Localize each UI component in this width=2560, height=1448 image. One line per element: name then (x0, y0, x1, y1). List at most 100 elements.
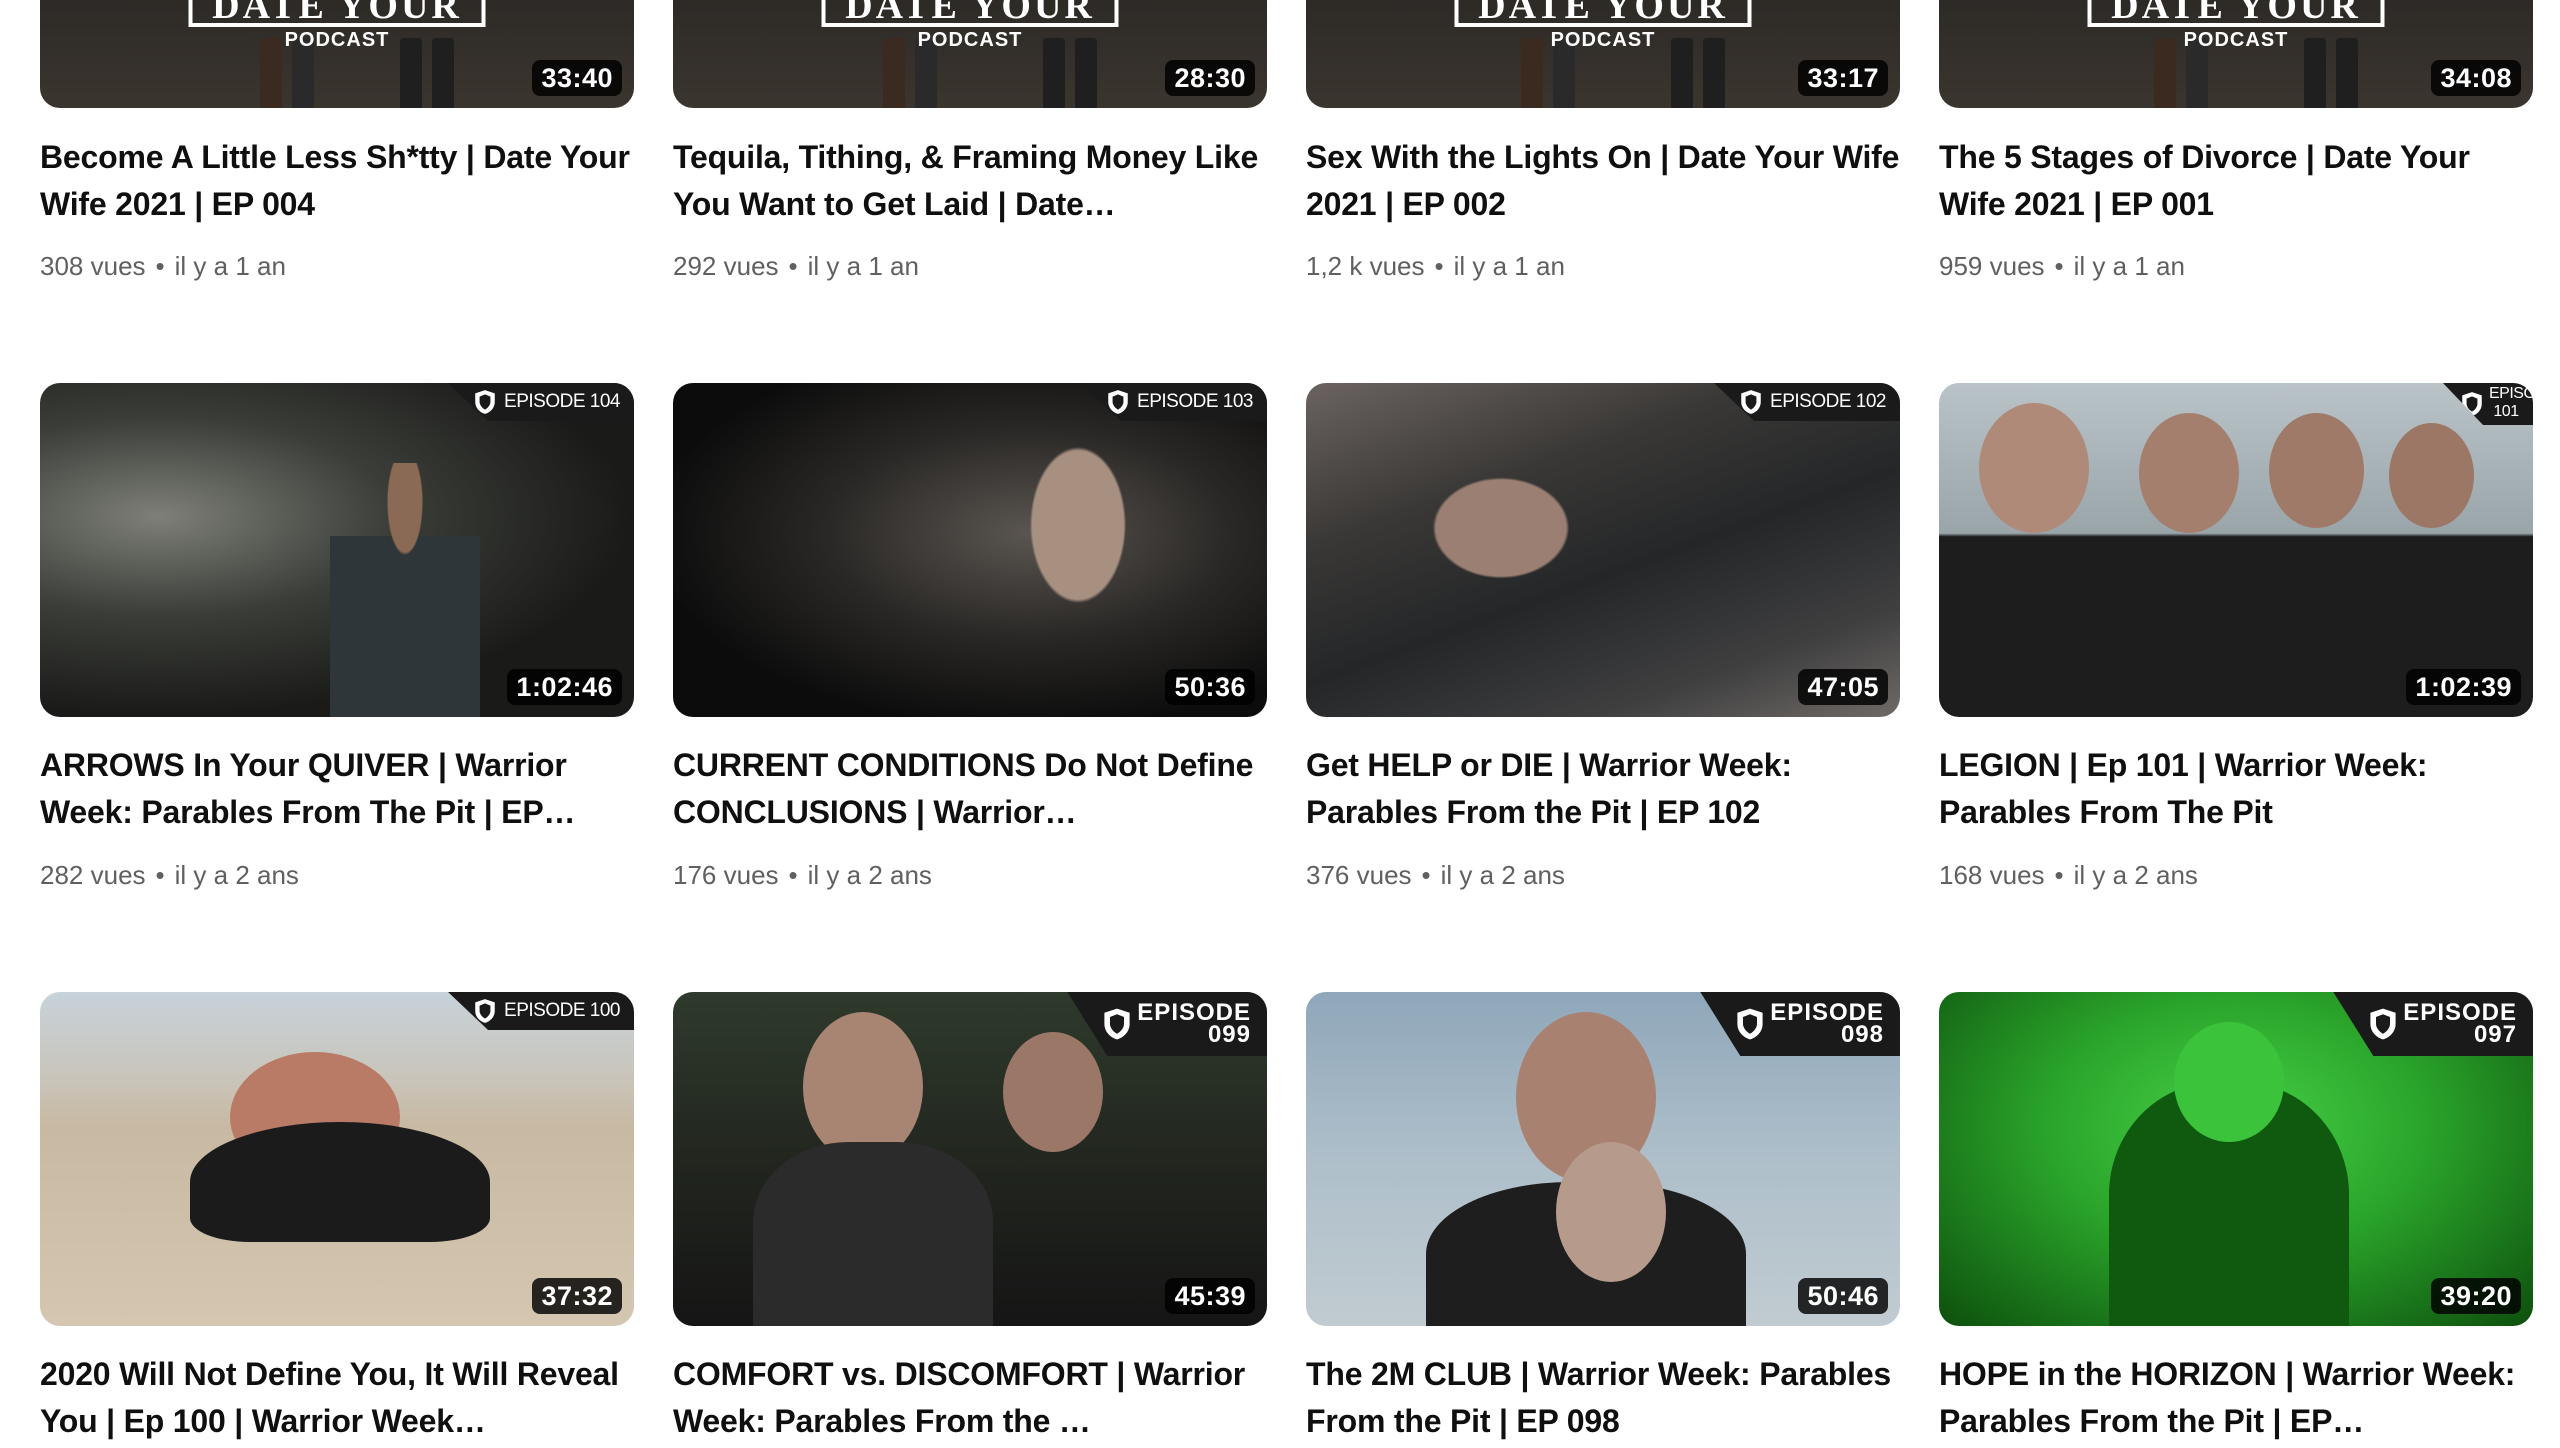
thumbnail-logo-subtitle: PODCAST (2183, 29, 2289, 51)
shield-icon (1737, 1008, 1763, 1040)
thumbnail-person (330, 463, 480, 717)
thumbnail-person (1556, 1142, 1666, 1282)
video-title[interactable]: Become A Little Less Sh*tty | Date Your … (40, 134, 634, 228)
video-thumbnail[interactable]: EPISODE 102 47:05 (1306, 383, 1900, 717)
video-title[interactable]: COMFORT vs. DISCOMFORT | Warrior Week: P… (673, 1351, 1267, 1445)
thumbnail-logo-subtitle: PODCAST (284, 29, 390, 51)
video-title[interactable]: The 5 Stages of Divorce | Date Your Wife… (1939, 134, 2533, 228)
thumbnail-person (803, 1012, 923, 1162)
video-title[interactable]: Get HELP or DIE | Warrior Week: Parables… (1306, 742, 1900, 836)
episode-badge: EPISODE 104 (448, 383, 634, 421)
duration-badge: 47:05 (1798, 669, 1888, 705)
episode-badge-label: EPISODE 100 (504, 1000, 620, 1021)
view-count: 376 vues (1306, 860, 1412, 890)
video-thumbnail[interactable]: EPISODE 103 50:36 (673, 383, 1267, 717)
thumbnail-logo: DATE YOUR WIFE PODCAST (188, 0, 486, 52)
upload-age: il y a 2 ans (807, 860, 932, 890)
thumbnail-logo-title: DATE YOUR WIFE (188, 0, 486, 27)
view-count: 1,2 k vues (1306, 251, 1425, 281)
video-thumbnail[interactable]: EPISODE 101 1:02:39 (1939, 383, 2533, 717)
shield-icon (2370, 1008, 2396, 1040)
thumbnail-logo-title: DATE YOUR WIFE (821, 0, 1119, 27)
video-meta: 308 vues • il y a 1 an (40, 248, 286, 284)
episode-badge: EPISODE 100 (448, 992, 634, 1030)
thumbnail-logo-title: DATE YOUR WIFE (1454, 0, 1752, 27)
video-meta: 292 vues • il y a 1 an (673, 248, 919, 284)
duration-badge: 37:32 (532, 1278, 622, 1314)
thumbnail-logo: DATE YOUR WIFE PODCAST (2087, 0, 2385, 52)
thumbnail-person (2174, 1022, 2284, 1142)
episode-badge: EPISODE 099 (1067, 992, 1267, 1056)
video-meta: 168 vues • il y a 2 ans (1939, 857, 2198, 893)
episode-badge-number: 099 (1207, 1021, 1251, 1048)
video-title[interactable]: Tequila, Tithing, & Framing Money Like Y… (673, 134, 1267, 228)
separator-dot: • (1434, 251, 1444, 281)
shield-icon (1104, 1008, 1130, 1040)
view-count: 282 vues (40, 860, 146, 890)
episode-badge: EPISODE 101 (2443, 383, 2533, 425)
video-thumbnail[interactable]: DATE YOUR WIFE PODCAST 28:30 (673, 0, 1267, 108)
thumbnail-person (1979, 403, 2089, 533)
duration-badge: 1:02:46 (507, 669, 622, 705)
upload-age: il y a 2 ans (2073, 860, 2198, 890)
shield-icon (475, 390, 495, 414)
video-meta: 376 vues • il y a 2 ans (1306, 857, 1565, 893)
video-title[interactable]: ARROWS In Your QUIVER | Warrior Week: Pa… (40, 742, 634, 836)
thumbnail-person (2389, 423, 2474, 528)
upload-age: il y a 2 ans (174, 860, 299, 890)
thumbnail-person (993, 433, 1163, 663)
view-count: 959 vues (1939, 251, 2045, 281)
episode-badge: EPISODE 098 (1700, 992, 1900, 1056)
video-thumbnail[interactable]: EPISODE 099 45:39 (673, 992, 1267, 1326)
duration-badge: 33:40 (532, 60, 622, 96)
video-thumbnail[interactable]: EPISODE 097 39:20 (1939, 992, 2533, 1326)
thumbnail-person (1386, 443, 1616, 613)
duration-badge: 50:36 (1165, 669, 1255, 705)
thumbnail-person (2139, 413, 2239, 533)
video-thumbnail[interactable]: EPISODE 098 50:46 (1306, 992, 1900, 1326)
thumbnail-person (2269, 413, 2364, 528)
video-title[interactable]: HOPE in the HORIZON | Warrior Week: Para… (1939, 1351, 2533, 1445)
episode-badge-label: EPISODE 103 (1137, 391, 1253, 412)
duration-badge: 45:39 (1165, 1278, 1255, 1314)
video-title[interactable]: Sex With the Lights On | Date Your Wife … (1306, 134, 1900, 228)
upload-age: il y a 1 an (2073, 251, 2185, 281)
video-thumbnail[interactable]: EPISODE 100 37:32 (40, 992, 634, 1326)
episode-badge-label: EPISODE 101 (2489, 385, 2533, 420)
separator-dot: • (2054, 251, 2064, 281)
video-meta: 282 vues • il y a 2 ans (40, 857, 299, 893)
upload-age: il y a 1 an (174, 251, 286, 281)
thumbnail-person (1003, 1032, 1103, 1152)
video-thumbnail[interactable]: DATE YOUR WIFE PODCAST 33:17 (1306, 0, 1900, 108)
view-count: 168 vues (1939, 860, 2045, 890)
episode-badge-label: EPISODE 104 (504, 391, 620, 412)
view-count: 176 vues (673, 860, 779, 890)
video-title[interactable]: The 2M CLUB | Warrior Week: Parables Fro… (1306, 1351, 1900, 1445)
duration-badge: 28:30 (1165, 60, 1255, 96)
video-thumbnail[interactable]: EPISODE 104 1:02:46 (40, 383, 634, 717)
video-thumbnail[interactable]: DATE YOUR WIFE PODCAST 33:40 (40, 0, 634, 108)
separator-dot: • (788, 251, 798, 281)
episode-badge-number: 098 (1840, 1021, 1884, 1048)
video-meta: 176 vues • il y a 2 ans (673, 857, 932, 893)
episode-badge: EPISODE 103 (1081, 383, 1267, 421)
video-thumbnail[interactable]: DATE YOUR WIFE PODCAST 34:08 (1939, 0, 2533, 108)
video-title[interactable]: 2020 Will Not Define You, It Will Reveal… (40, 1351, 634, 1445)
separator-dot: • (155, 860, 165, 890)
video-meta: 1,2 k vues • il y a 1 an (1306, 248, 1565, 284)
shield-icon (1108, 390, 1128, 414)
video-title[interactable]: CURRENT CONDITIONS Do Not Define CONCLUS… (673, 742, 1267, 836)
thumbnail-logo-subtitle: PODCAST (917, 29, 1023, 51)
thumbnail-logo-title: DATE YOUR WIFE (2087, 0, 2385, 27)
thumbnail-logo-subtitle: PODCAST (1550, 29, 1656, 51)
thumbnail-logo: DATE YOUR WIFE PODCAST (821, 0, 1119, 52)
upload-age: il y a 1 an (1453, 251, 1565, 281)
episode-badge-number: 097 (2473, 1021, 2517, 1048)
video-meta: 959 vues • il y a 1 an (1939, 248, 2185, 284)
duration-badge: 33:17 (1798, 60, 1888, 96)
duration-badge: 1:02:39 (2406, 669, 2521, 705)
duration-badge: 39:20 (2431, 1278, 2521, 1314)
separator-dot: • (2054, 860, 2064, 890)
separator-dot: • (788, 860, 798, 890)
video-title[interactable]: LEGION | Ep 101 | Warrior Week: Parables… (1939, 742, 2533, 836)
